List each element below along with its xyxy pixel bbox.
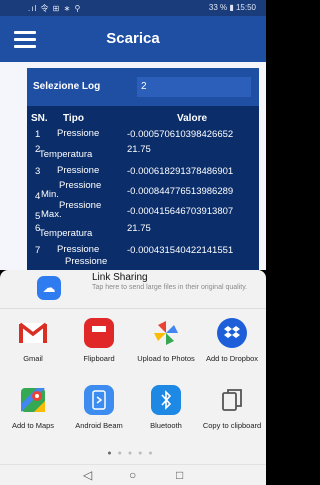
share-sheet: ☁ Link Sharing Tap here to send large fi… <box>0 270 266 464</box>
share-app-android-beam[interactable]: Android Beam <box>66 385 132 430</box>
row-sn: 1 <box>35 129 41 140</box>
log-selector-label: Selezione Log <box>33 81 101 92</box>
log-selector-row: Selezione Log 2 <box>27 68 259 106</box>
flipboard-icon <box>84 318 114 348</box>
share-app-label: Flipboard <box>83 354 115 363</box>
row-tipo: Pressione <box>57 128 100 139</box>
row-tipo: Pressione <box>57 244 100 255</box>
table-row[interactable]: Pressione <box>27 254 259 270</box>
share-app-flipboard[interactable]: Flipboard <box>66 318 132 363</box>
link-sharing-subtitle: Tap here to send large files in their or… <box>92 284 248 291</box>
app-bar: Scarica <box>0 16 266 62</box>
row-value: -0.000844776513986289 <box>127 186 234 197</box>
row-tipo: Pressione <box>65 256 108 267</box>
share-app-label: Add to Maps <box>11 421 55 430</box>
android-beam-icon <box>84 385 114 415</box>
row-sn: 5 <box>35 211 41 222</box>
table-row[interactable]: 2 Temperatura 21.75 <box>27 144 259 163</box>
share-app-photos[interactable]: Upload to Photos <box>133 318 199 363</box>
table-header: SN. Tipo Valore <box>27 113 259 127</box>
row-value: -0.000415646703913807 <box>127 206 234 217</box>
clipboard-icon <box>217 385 247 415</box>
share-app-label: Gmail <box>23 354 43 363</box>
share-app-maps[interactable]: Add to Maps <box>0 385 66 430</box>
share-app-clipboard[interactable]: Copy to clipboard <box>199 385 265 430</box>
share-app-label: Android Beam <box>75 421 123 430</box>
gmail-icon <box>18 318 48 348</box>
navigation-bar: ◁ ○ □ <box>0 464 266 485</box>
row-tipo: Pressione <box>57 165 100 176</box>
page-indicator: ●●●●● <box>107 450 159 457</box>
log-selector-input[interactable]: 2 <box>137 77 251 97</box>
table-row[interactable]: 4 Pressione Min. -0.000844776513986289 <box>27 180 259 202</box>
table-row[interactable]: 6 Temperatura 21.75 <box>27 223 259 242</box>
row-sn: 3 <box>35 166 41 177</box>
table-row[interactable]: 7 Pressione -0.000431540422141551 <box>27 242 259 256</box>
link-sharing-icon: ☁ <box>37 276 61 300</box>
page-title: Scarica <box>106 30 160 47</box>
share-app-label: Copy to clipboard <box>202 421 262 430</box>
status-icons: .ıl 令 ⊞ ∗ ⚲ <box>28 4 82 13</box>
share-app-label: Bluetooth <box>150 421 182 430</box>
table-row[interactable]: 3 Pressione -0.000618291378486901 <box>27 163 259 181</box>
link-sharing-title: Link Sharing <box>92 272 148 283</box>
row-tipo: Pressione Min. <box>41 180 102 200</box>
row-value: -0.000570610398426652 <box>127 129 234 140</box>
maps-icon <box>18 385 48 415</box>
table-body: 1 Pressione -0.000570610398426652 2 Temp… <box>27 126 259 270</box>
share-app-label: Upload to Photos <box>137 354 195 363</box>
row-tipo: Temperatura <box>39 228 93 239</box>
divider <box>0 308 266 309</box>
table-row[interactable]: 5 Pressione Max. -0.000415646703913807 <box>27 201 259 223</box>
row-value: 21.75 <box>127 144 151 155</box>
home-button[interactable]: ○ <box>129 468 136 482</box>
header-tipo: Tipo <box>63 113 84 124</box>
row-tipo: Pressione Max. <box>41 200 102 220</box>
row-value: -0.000618291378486901 <box>127 166 234 177</box>
share-app-bluetooth[interactable]: Bluetooth <box>133 385 199 430</box>
recents-button[interactable]: □ <box>176 468 183 482</box>
dropbox-icon <box>217 318 247 348</box>
status-bar: .ıl 令 ⊞ ∗ ⚲ 33 % ▮ 15:50 <box>0 0 266 16</box>
share-app-gmail[interactable]: Gmail <box>0 318 66 363</box>
row-value: 21.75 <box>127 223 151 234</box>
back-button[interactable]: ◁ <box>83 468 92 482</box>
log-panel: Selezione Log 2 SN. Tipo Valore 1 Pressi… <box>27 68 259 270</box>
header-valore: Valore <box>177 113 208 124</box>
table-row[interactable]: 1 Pressione -0.000570610398426652 <box>27 126 259 144</box>
status-battery-time: 33 % ▮ 15:50 <box>208 3 256 12</box>
share-app-dropbox[interactable]: Add to Dropbox <box>199 318 265 363</box>
header-sn: SN. <box>31 113 48 124</box>
photos-icon <box>151 318 181 348</box>
share-app-label: Add to Dropbox <box>205 354 259 363</box>
main-content: Selezione Log 2 SN. Tipo Valore 1 Pressi… <box>0 62 266 270</box>
row-tipo: Temperatura <box>39 149 93 160</box>
bluetooth-icon <box>151 385 181 415</box>
